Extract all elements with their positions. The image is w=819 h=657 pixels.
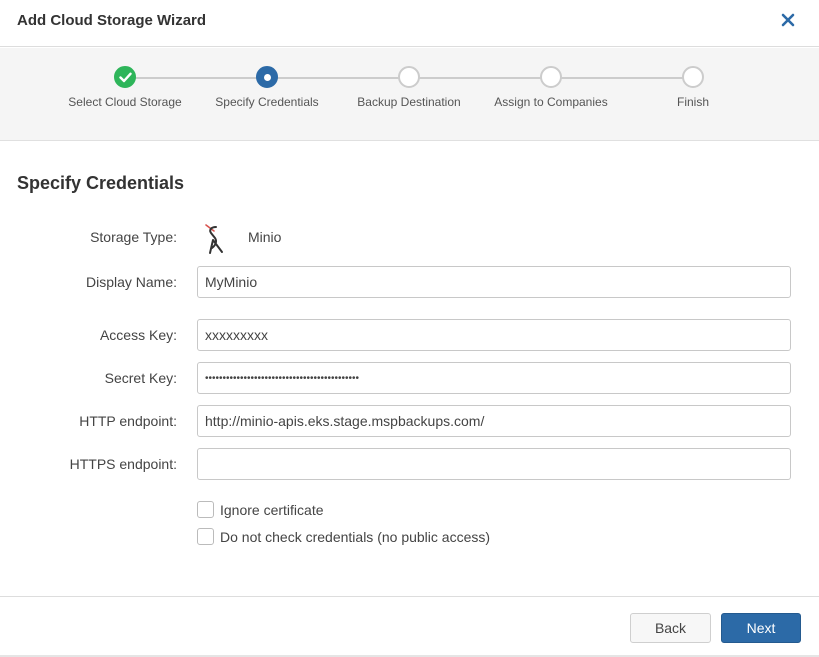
- step-specify-credentials: Specify Credentials: [207, 66, 327, 109]
- secret-key-input[interactable]: [197, 362, 791, 394]
- section-title: Specify Credentials: [17, 173, 185, 193]
- dialog-header: Add Cloud Storage Wizard: [0, 0, 819, 47]
- http-endpoint-label: HTTP endpoint:: [79, 413, 177, 429]
- step-label: Select Cloud Storage: [68, 95, 182, 109]
- dialog-title: Add Cloud Storage Wizard: [17, 12, 207, 29]
- display-name-label: Display Name:: [85, 274, 177, 290]
- step-finish: Finish: [633, 66, 753, 109]
- step-select-cloud-storage: Select Cloud Storage: [65, 66, 185, 109]
- wizard-stepper: Select Cloud Storage Specify Credentials…: [0, 48, 819, 141]
- access-key-input[interactable]: [197, 319, 791, 351]
- step-assign-to-companies: Assign to Companies: [491, 66, 611, 109]
- pending-step-icon: [682, 66, 704, 88]
- storage-type-value: Minio: [248, 229, 282, 245]
- minio-logo-icon: [200, 221, 228, 255]
- pending-step-icon: [398, 66, 420, 88]
- check-icon: [114, 66, 136, 88]
- https-endpoint-input[interactable]: [197, 448, 791, 480]
- current-step-icon: [256, 66, 278, 88]
- https-endpoint-label: HTTPS endpoint:: [69, 456, 177, 472]
- close-icon[interactable]: [779, 10, 797, 30]
- back-button[interactable]: Back: [630, 613, 711, 643]
- ignore-certificate-checkbox[interactable]: Ignore certificate: [197, 501, 324, 518]
- checkbox-box[interactable]: [197, 528, 214, 545]
- step-label: Finish: [676, 95, 709, 109]
- dialog-footer: Back Next: [0, 596, 819, 657]
- secret-key-label: Secret Key:: [104, 370, 177, 386]
- step-label: Assign to Companies: [494, 95, 608, 109]
- ignore-certificate-label: Ignore certificate: [220, 501, 324, 518]
- http-endpoint-input[interactable]: [197, 405, 791, 437]
- step-label: Backup Destination: [357, 95, 461, 109]
- access-key-label: Access Key:: [99, 327, 177, 343]
- pending-step-icon: [540, 66, 562, 88]
- display-name-input[interactable]: [197, 266, 791, 298]
- next-button[interactable]: Next: [721, 613, 801, 643]
- skip-credentials-check-checkbox[interactable]: Do not check credentials (no public acce…: [197, 528, 490, 545]
- step-backup-destination: Backup Destination: [349, 66, 469, 109]
- skip-credentials-check-label: Do not check credentials (no public acce…: [220, 528, 491, 545]
- checkbox-box[interactable]: [197, 501, 214, 518]
- step-label: Specify Credentials: [215, 95, 319, 109]
- storage-type-label: Storage Type:: [90, 229, 177, 245]
